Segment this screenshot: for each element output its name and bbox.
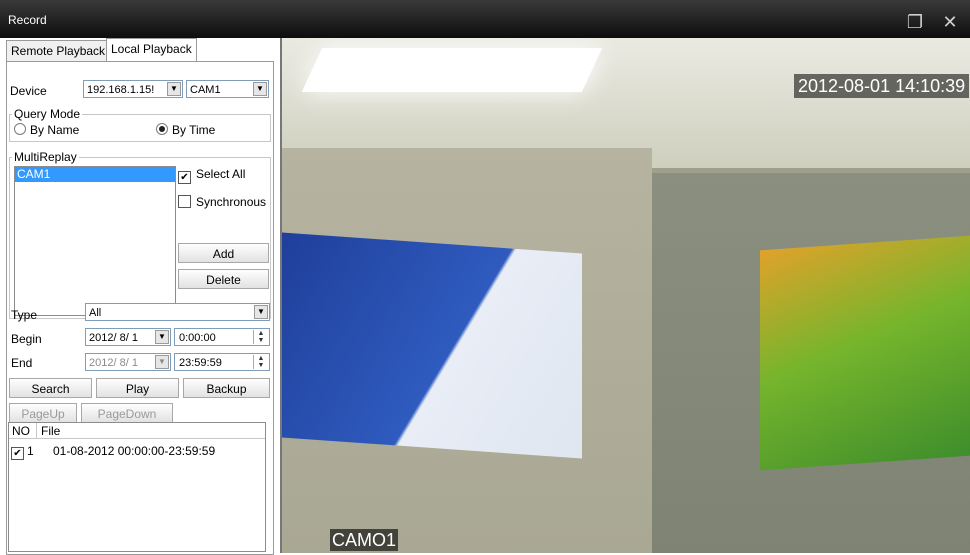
radio-on-icon — [156, 123, 168, 135]
checkbox-unchecked-icon — [178, 195, 191, 208]
type-select[interactable]: All ▼ — [85, 303, 270, 321]
chevron-down-icon[interactable]: ▼ — [155, 330, 169, 344]
begin-label: Begin — [11, 332, 42, 346]
tab-local-playback[interactable]: Local Playback — [106, 38, 197, 61]
window-title: Record — [8, 13, 47, 27]
play-button[interactable]: Play — [96, 378, 179, 398]
synchronous-checkbox[interactable]: Synchronous — [178, 195, 266, 209]
radio-by-name-label: By Name — [30, 123, 80, 137]
checkbox-checked-icon: ✔ — [11, 447, 24, 460]
end-date-picker[interactable]: 2012/ 8/ 1 ▼ — [85, 353, 171, 371]
add-button[interactable]: Add — [178, 243, 269, 263]
file-list-header: NO File — [9, 423, 265, 439]
chevron-down-icon[interactable]: ▼ — [155, 355, 169, 369]
column-divider — [36, 423, 37, 438]
spin-arrows-icon[interactable]: ▲ ▼ — [253, 330, 268, 344]
title-bar: Record ❐ ✕ — [0, 0, 970, 38]
end-time-value: 23:59:59 — [179, 357, 222, 369]
type-label: Type — [11, 308, 38, 322]
select-all-checkbox[interactable]: ✔ Select All — [178, 167, 245, 184]
page-up-button[interactable]: PageUp — [9, 403, 77, 423]
file-row-no: 1 — [27, 444, 34, 458]
delete-button[interactable]: Delete — [178, 269, 269, 289]
video-playback-area[interactable]: 2012-08-01 14:10:39 CAMO1 — [282, 38, 970, 553]
query-mode-group: Query Mode By Name By Time — [9, 107, 271, 142]
multireplay-group: MultiReplay CAM1 ✔ Select All Synchronous… — [9, 150, 271, 319]
green-poster — [760, 235, 970, 471]
camera-list[interactable]: CAM1 — [14, 166, 176, 316]
begin-date-picker[interactable]: 2012/ 8/ 1 ▼ — [85, 328, 171, 346]
begin-time-value: 0:00:00 — [179, 332, 216, 344]
begin-date-value: 2012/ 8/ 1 — [89, 332, 138, 344]
file-row[interactable]: ✔ 1 01-08-2012 00:00:00-23:59:59 — [11, 443, 261, 460]
chevron-down-icon[interactable]: ▼ — [253, 82, 267, 96]
query-mode-title: Query Mode — [12, 107, 83, 121]
camera-list-item[interactable]: CAM1 — [15, 167, 175, 182]
multireplay-title: MultiReplay — [12, 150, 79, 164]
end-date-value: 2012/ 8/ 1 — [89, 357, 138, 369]
channel-value: CAM1 — [190, 84, 221, 96]
device-ip-value: 192.168.1.15! — [87, 84, 155, 96]
file-list[interactable]: NO File ✔ 1 01-08-2012 00:00:00-23:59:59 — [8, 422, 266, 552]
radio-by-time[interactable]: By Time — [156, 123, 215, 137]
spin-arrows-icon[interactable]: ▲ ▼ — [253, 355, 268, 369]
type-value: All — [89, 307, 102, 319]
end-time-spinner[interactable]: 23:59:59 ▲ ▼ — [174, 353, 270, 371]
control-panel: Remote Playback Local Playback Device 19… — [0, 38, 280, 555]
device-label: Device — [10, 84, 47, 98]
blue-poster — [282, 232, 582, 459]
search-button[interactable]: Search — [9, 378, 92, 398]
close-icon[interactable]: ✕ — [940, 12, 960, 32]
column-header-file[interactable]: File — [41, 424, 60, 438]
tab-remote-playback[interactable]: Remote Playback — [6, 40, 111, 61]
restore-icon[interactable]: ❐ — [905, 12, 925, 32]
page-down-button[interactable]: PageDown — [81, 403, 173, 423]
video-camera-label: CAMO1 — [330, 529, 399, 551]
file-row-name: 01-08-2012 00:00:00-23:59:59 — [53, 444, 216, 458]
column-header-no[interactable]: NO — [12, 424, 30, 438]
radio-off-icon — [14, 123, 26, 135]
synchronous-label: Synchronous — [196, 195, 267, 209]
device-ip-select[interactable]: 192.168.1.15! ▼ — [83, 80, 183, 98]
chevron-down-icon[interactable]: ▼ — [167, 82, 181, 96]
chevron-down-icon[interactable]: ▼ — [254, 305, 268, 319]
backup-button[interactable]: Backup — [183, 378, 270, 398]
video-timestamp: 2012-08-01 14:10:39 — [794, 74, 970, 98]
select-all-label: Select All — [196, 167, 246, 181]
radio-by-name[interactable]: By Name — [14, 123, 79, 137]
end-label: End — [11, 356, 33, 370]
radio-by-time-label: By Time — [172, 123, 216, 137]
channel-select[interactable]: CAM1 ▼ — [186, 80, 269, 98]
begin-time-spinner[interactable]: 0:00:00 ▲ ▼ — [174, 328, 270, 346]
checkbox-checked-icon: ✔ — [178, 171, 191, 184]
ceiling-light — [301, 48, 603, 92]
